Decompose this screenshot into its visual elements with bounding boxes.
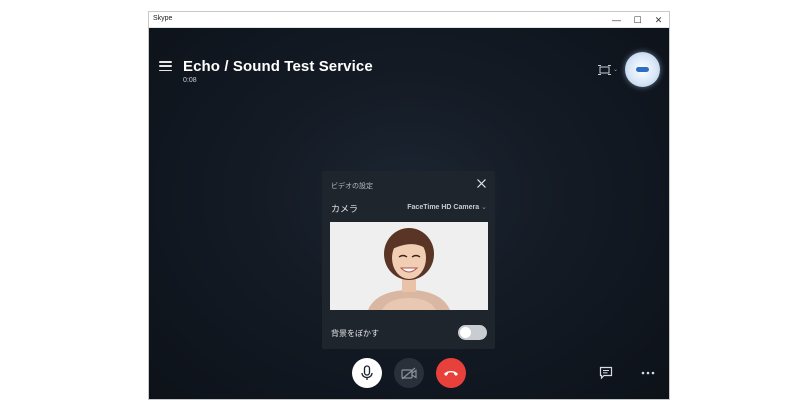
toggle-knob bbox=[460, 327, 471, 338]
video-settings-panel: ビデオの設定 カメラ FaceTime HD Camera ⌄ 背景をぼかす bbox=[322, 171, 495, 349]
panel-title: ビデオの設定 bbox=[331, 183, 373, 190]
mute-button[interactable] bbox=[352, 358, 382, 388]
avatar[interactable] bbox=[625, 52, 660, 87]
camera-label: カメラ bbox=[331, 204, 359, 214]
more-icon[interactable] bbox=[641, 366, 655, 380]
blur-background-label: 背景をぼかす bbox=[331, 329, 379, 338]
call-duration: 0:08 bbox=[183, 77, 197, 84]
video-off-icon bbox=[401, 367, 417, 379]
more-glyph bbox=[641, 371, 655, 375]
title-bar: Skype — ☐ ✕ bbox=[149, 12, 669, 28]
maximize-button[interactable]: ☐ bbox=[627, 12, 648, 28]
app-title: Skype bbox=[153, 15, 173, 22]
end-call-icon bbox=[444, 371, 458, 376]
layout-icon[interactable] bbox=[598, 65, 611, 75]
window-controls: — ☐ ✕ bbox=[606, 12, 669, 28]
call-area: Echo / Sound Test Service 0:08 ⌄ ビデオの設定 … bbox=[149, 28, 669, 399]
close-window-button[interactable]: ✕ bbox=[648, 12, 669, 28]
avatar-badge bbox=[636, 67, 649, 72]
chat-icon[interactable] bbox=[599, 366, 613, 380]
person-preview-image bbox=[330, 222, 488, 310]
chat-glyph bbox=[599, 366, 613, 380]
end-call-button[interactable] bbox=[436, 358, 466, 388]
skype-window: Skype — ☐ ✕ Echo / Sound Test Service 0:… bbox=[148, 11, 670, 400]
camera-select[interactable]: FaceTime HD Camera ⌄ bbox=[407, 203, 487, 211]
layout-chevron-icon[interactable]: ⌄ bbox=[613, 66, 618, 73]
chevron-down-icon: ⌄ bbox=[481, 204, 487, 211]
hamburger-icon[interactable] bbox=[159, 61, 172, 71]
video-button[interactable] bbox=[394, 358, 424, 388]
microphone-icon bbox=[361, 365, 373, 380]
minimize-button[interactable]: — bbox=[606, 12, 627, 28]
call-title: Echo / Sound Test Service bbox=[183, 58, 373, 75]
camera-select-value: FaceTime HD Camera bbox=[407, 204, 480, 211]
camera-preview bbox=[330, 222, 488, 310]
close-icon[interactable] bbox=[477, 179, 486, 188]
blur-background-toggle[interactable] bbox=[458, 325, 487, 340]
